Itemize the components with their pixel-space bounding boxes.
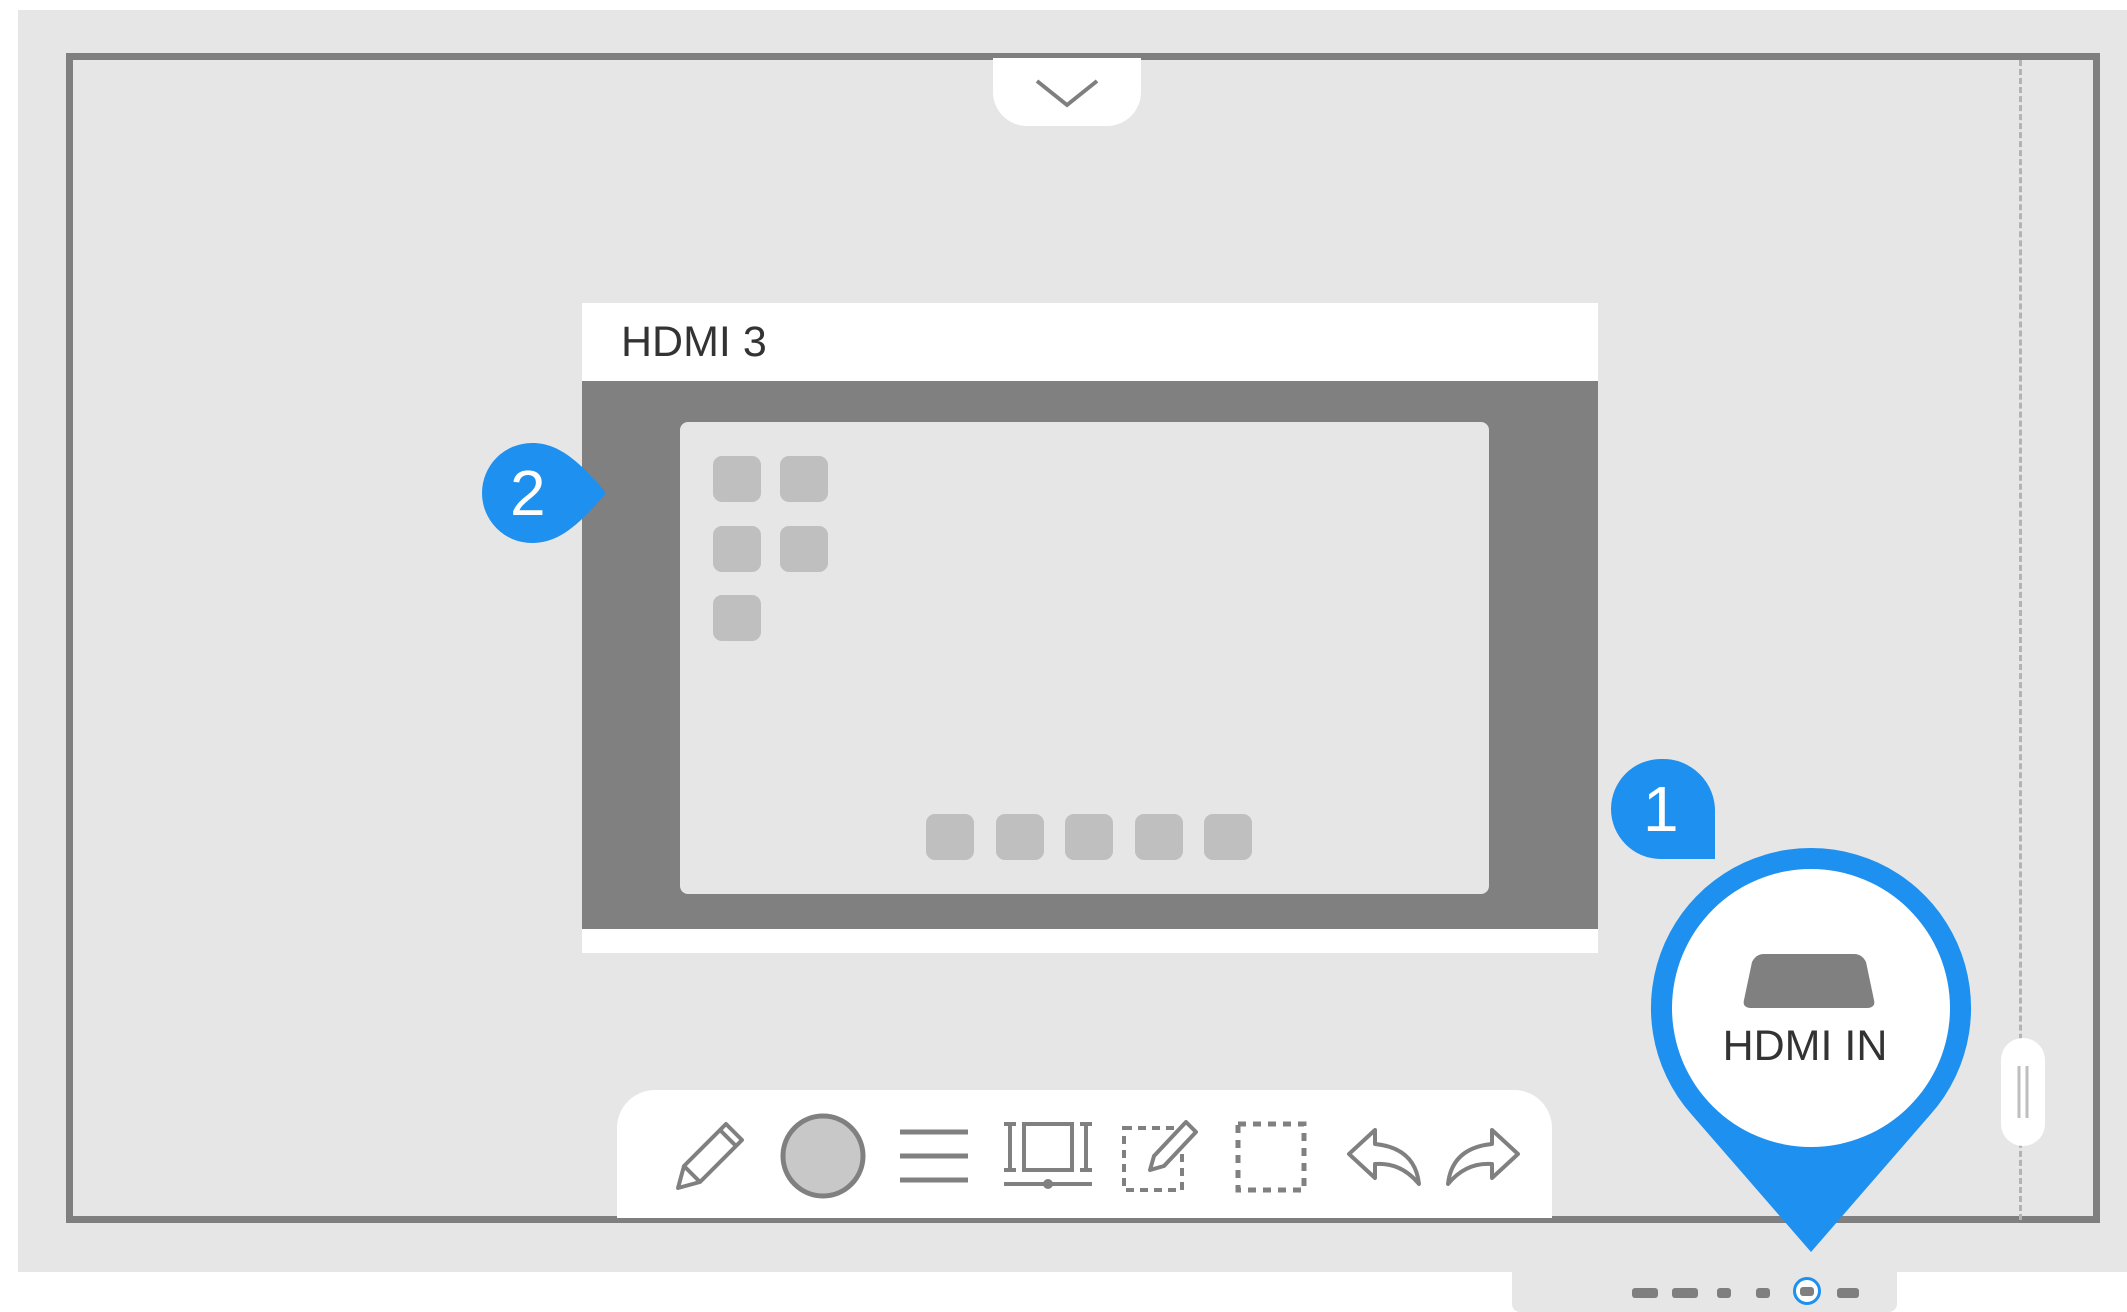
page-dot[interactable] [1632, 1288, 1658, 1298]
callout-number: 2 [510, 457, 546, 529]
color-picker[interactable] [775, 1108, 871, 1204]
hdmi-source-label: HDMI IN [1722, 1022, 1888, 1070]
preview-title: HDMI 3 [621, 318, 767, 366]
select-tool[interactable] [1224, 1108, 1320, 1204]
page-dot[interactable] [1837, 1288, 1859, 1298]
dashed-select-icon [1235, 1121, 1307, 1193]
preview-title-bar: HDMI 3 [582, 303, 1598, 381]
redo-button[interactable] [1436, 1108, 1532, 1204]
dock-app-icon[interactable] [1135, 814, 1183, 860]
top-pull-handle[interactable] [993, 58, 1141, 126]
pen-tool[interactable] [660, 1108, 756, 1204]
circle-icon [780, 1113, 866, 1199]
chevron-down-icon [1035, 79, 1099, 108]
side-drag-handle[interactable] [2001, 1038, 2045, 1146]
hdmi-port-icon [1743, 954, 1875, 1008]
preview-footer [582, 929, 1598, 953]
app-icon[interactable] [713, 526, 761, 572]
undo-button[interactable] [1335, 1108, 1431, 1204]
width-tool[interactable] [1000, 1108, 1096, 1204]
page-indicator-tray [1512, 1270, 1897, 1312]
app-icon[interactable] [713, 456, 761, 502]
width-adjust-icon [1004, 1122, 1092, 1189]
menu-tool[interactable] [886, 1108, 982, 1204]
redo-icon [1446, 1128, 1520, 1186]
page-dot-active[interactable] [1793, 1277, 1821, 1305]
annotation-toolbar [617, 1090, 1552, 1218]
callout-number: 1 [1643, 773, 1679, 845]
page-dot[interactable] [1756, 1288, 1770, 1298]
pencil-icon [676, 1122, 744, 1190]
dock-app-icon[interactable] [926, 814, 974, 860]
dock-app-icon[interactable] [1065, 814, 1113, 860]
edit-tool[interactable] [1114, 1108, 1210, 1204]
page-dot[interactable] [1717, 1288, 1731, 1298]
dock-app-icon[interactable] [996, 814, 1044, 860]
lines-icon [900, 1129, 968, 1183]
undo-icon [1347, 1128, 1421, 1186]
preview-screen-content [680, 422, 1489, 894]
app-icon[interactable] [713, 595, 761, 641]
page-dot[interactable] [1672, 1288, 1698, 1298]
edit-note-icon [1122, 1120, 1198, 1192]
dock-app-icon[interactable] [1204, 814, 1252, 860]
grip-icon [2017, 1066, 2029, 1118]
app-icon[interactable] [780, 456, 828, 502]
app-icon[interactable] [780, 526, 828, 572]
